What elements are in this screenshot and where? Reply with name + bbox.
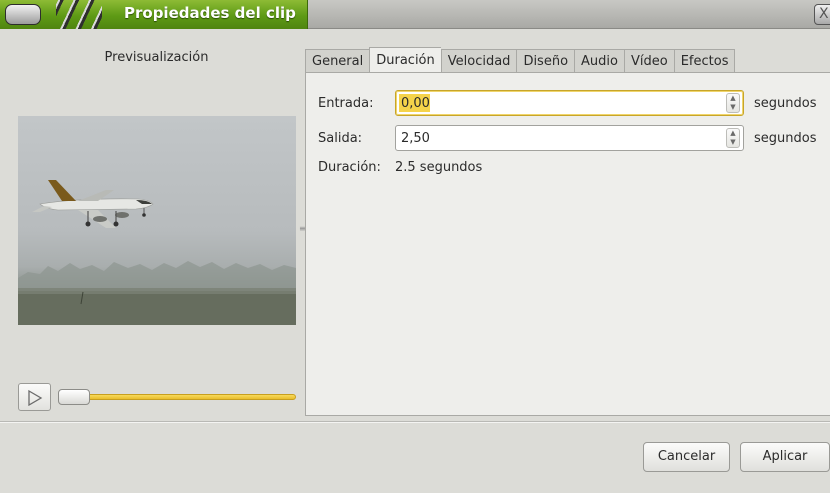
- chevron-down-icon[interactable]: ▼: [727, 138, 739, 147]
- chevron-up-icon[interactable]: ▲: [727, 94, 739, 103]
- out-point-spinbox[interactable]: ▲ ▼: [395, 125, 744, 151]
- play-button[interactable]: [18, 383, 51, 411]
- in-point-label: Entrada:: [318, 96, 374, 111]
- preview-image: [18, 116, 296, 325]
- out-point-unit: segundos: [754, 131, 817, 146]
- timeline-scrubber[interactable]: [58, 394, 296, 400]
- tab-velocidad[interactable]: Velocidad: [440, 49, 517, 73]
- title-bar: Propiedades del clip X: [0, 0, 830, 29]
- dialog-separator: [0, 421, 830, 423]
- in-point-unit: segundos: [754, 96, 817, 111]
- duration-panel: [305, 72, 830, 416]
- tab-duracion[interactable]: Duración: [369, 47, 441, 73]
- chevron-up-icon[interactable]: ▲: [727, 129, 739, 138]
- cancel-button[interactable]: Cancelar: [643, 442, 730, 472]
- timeline-scrubber-handle[interactable]: [58, 389, 90, 405]
- length-value: 2.5 segundos: [395, 160, 483, 175]
- title-decoration: [56, 0, 102, 29]
- in-point-input[interactable]: [399, 94, 719, 112]
- tab-audio[interactable]: Audio: [574, 49, 624, 73]
- tab-efectos[interactable]: Efectos: [673, 49, 736, 73]
- properties-tabs: General Duración Velocidad Diseño Audio …: [305, 47, 736, 73]
- tab-diseno[interactable]: Diseño: [516, 49, 575, 73]
- close-button[interactable]: X: [814, 4, 830, 25]
- in-point-spinbox[interactable]: ▲ ▼: [395, 90, 744, 116]
- out-point-input[interactable]: [399, 129, 719, 147]
- out-point-stepper[interactable]: ▲ ▼: [726, 128, 740, 148]
- chevron-down-icon[interactable]: ▼: [727, 103, 739, 112]
- tab-video[interactable]: Vídeo: [623, 49, 674, 73]
- in-point-stepper[interactable]: ▲ ▼: [726, 93, 740, 113]
- window-menu-button[interactable]: [5, 4, 41, 25]
- length-label: Duración:: [318, 160, 381, 175]
- out-point-label: Salida:: [318, 131, 363, 146]
- window-title: Propiedades del clip: [124, 4, 296, 22]
- tab-general[interactable]: General: [305, 49, 370, 73]
- play-icon: [28, 390, 43, 406]
- preview-label: Previsualización: [104, 50, 209, 65]
- apply-button[interactable]: Aplicar: [740, 442, 830, 472]
